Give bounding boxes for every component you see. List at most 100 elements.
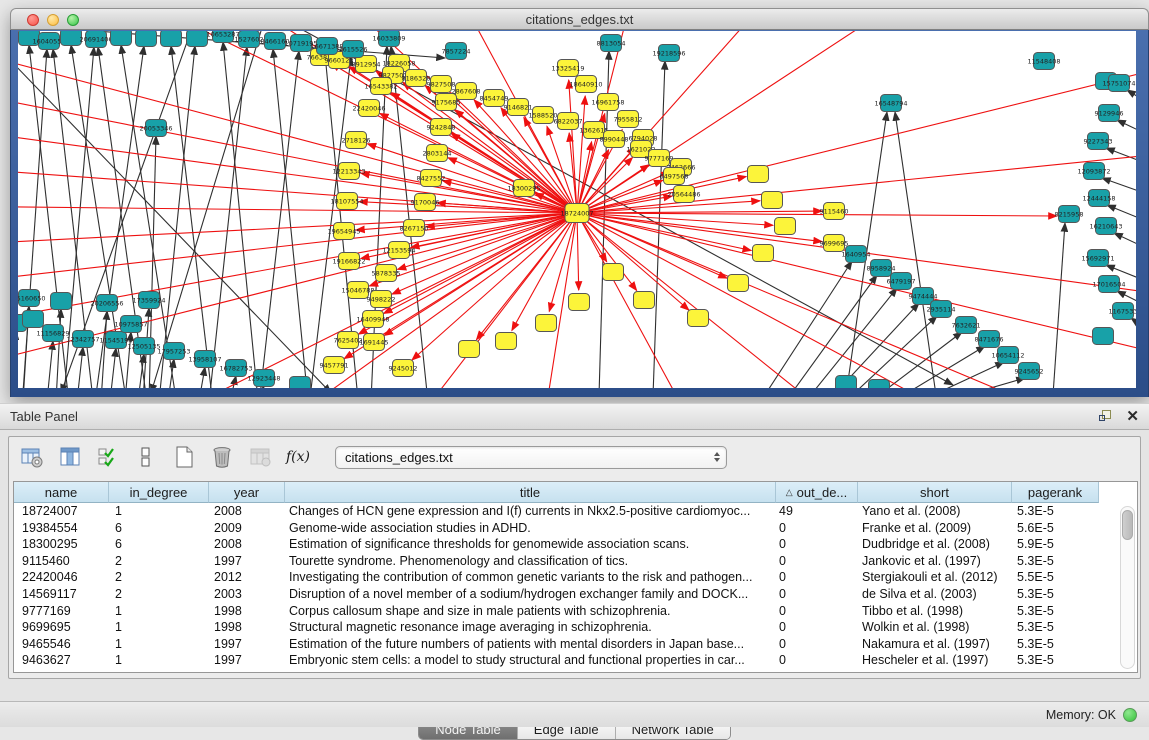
table-scrollbar-thumb[interactable] xyxy=(1122,510,1133,540)
graph-node[interactable] xyxy=(459,341,480,358)
graph-node[interactable]: 18640910 xyxy=(569,76,602,93)
graph-node[interactable]: 9170046 xyxy=(411,194,440,211)
delete-table-icon[interactable] xyxy=(209,444,235,470)
network-window-titlebar[interactable]: citations_edges.txt xyxy=(10,8,1149,30)
graph-node[interactable]: 16961758 xyxy=(591,94,624,111)
graph-node[interactable] xyxy=(111,31,132,46)
graph-node[interactable]: 6497568 xyxy=(660,168,689,185)
graph-node[interactable] xyxy=(603,264,624,281)
graph-node[interactable]: 1167533 xyxy=(1109,303,1136,320)
table-row[interactable]: 1938455462009Genome-wide association stu… xyxy=(14,520,1137,537)
table-options-icon[interactable] xyxy=(19,444,45,470)
graph-node[interactable]: 8912954 xyxy=(352,56,381,73)
column-header-out_de[interactable]: △out_de... xyxy=(776,482,858,503)
graph-node[interactable]: 9245652 xyxy=(1015,363,1044,380)
table-row[interactable]: 946554611997Estimation of the future num… xyxy=(14,636,1137,653)
graph-node[interactable]: 7625402 xyxy=(334,332,363,349)
graph-node[interactable] xyxy=(187,31,208,47)
select-all-icon[interactable] xyxy=(95,444,121,470)
graph-node[interactable]: 15692971 xyxy=(1081,250,1114,267)
network-canvas[interactable]: 7663822966012389129541822605898275031654… xyxy=(18,31,1136,388)
table-row[interactable]: 1456911722003Disruption of a novel membe… xyxy=(14,586,1137,603)
graph-node[interactable] xyxy=(634,292,655,309)
graph-node[interactable]: 17016504 xyxy=(1092,276,1125,293)
graph-node[interactable] xyxy=(161,31,182,47)
table-row[interactable]: 1830029562008Estimation of significance … xyxy=(14,536,1137,553)
graph-node[interactable] xyxy=(23,311,44,328)
graph-node[interactable] xyxy=(61,31,82,46)
graph-node[interactable]: 9129946 xyxy=(1095,105,1124,122)
graph-node[interactable]: 12093872 xyxy=(1077,163,1110,180)
graph-node[interactable]: 8427552 xyxy=(417,170,446,187)
graph-node[interactable] xyxy=(290,377,311,389)
graph-node[interactable]: 2935114 xyxy=(927,301,956,318)
graph-node[interactable] xyxy=(836,376,857,389)
graph-node[interactable]: 9457791 xyxy=(320,357,349,374)
graph-node[interactable]: 9175685 xyxy=(432,94,461,111)
table-row[interactable]: 911546021997Tourette syndrome. Phenomeno… xyxy=(14,553,1137,570)
float-window-icon[interactable] xyxy=(1099,410,1112,423)
column-header-name[interactable]: name xyxy=(14,482,109,503)
graph-node[interactable]: 2803144 xyxy=(423,145,452,162)
graph-node[interactable] xyxy=(688,310,709,327)
graph-node[interactable]: 12342757 xyxy=(66,331,99,348)
graph-node[interactable]: 8990448 xyxy=(600,131,629,148)
column-header-pagerank[interactable]: pagerank xyxy=(1012,482,1099,503)
graph-node[interactable]: 20053346 xyxy=(139,120,172,137)
graph-node[interactable] xyxy=(748,166,769,183)
graph-node[interactable] xyxy=(762,192,783,209)
function-builder-icon[interactable]: f(x) xyxy=(285,444,311,470)
graph-node[interactable]: 10654112 xyxy=(991,347,1024,364)
graph-node[interactable]: 1691445 xyxy=(360,334,389,351)
graph-node[interactable]: 7632621 xyxy=(952,317,981,334)
table-row[interactable]: 946362711997Embryonic stem cells: a mode… xyxy=(14,652,1137,669)
column-header-short[interactable]: short xyxy=(858,482,1012,503)
graph-node[interactable]: 9498222 xyxy=(367,291,396,308)
table-row[interactable]: 977716911998Corpus callosum shape and si… xyxy=(14,603,1137,620)
graph-node[interactable]: 8813054 xyxy=(597,35,626,52)
graph-node[interactable] xyxy=(496,333,517,350)
graph-node[interactable] xyxy=(775,218,796,235)
graph-node[interactable]: 11548408 xyxy=(1027,53,1060,70)
table-row[interactable]: 969969511998Structural magnetic resonanc… xyxy=(14,619,1137,636)
column-visibility-icon[interactable] xyxy=(57,444,83,470)
graph-node[interactable]: 7955812 xyxy=(614,111,643,128)
graph-node[interactable]: 9242848 xyxy=(427,119,456,136)
graph-node[interactable]: 2718126 xyxy=(342,132,371,149)
graph-node[interactable]: 5878335 xyxy=(372,265,401,282)
graph-node[interactable] xyxy=(728,275,749,292)
graph-node[interactable]: 9227343 xyxy=(1084,133,1113,150)
graph-node[interactable]: 9699695 xyxy=(820,235,849,252)
graph-node[interactable] xyxy=(51,293,72,310)
graph-node[interactable]: 9245012 xyxy=(389,360,418,377)
graph-node[interactable] xyxy=(753,245,774,262)
graph-node[interactable] xyxy=(536,315,557,332)
graph-node[interactable]: 8471676 xyxy=(975,331,1004,348)
column-header-title[interactable]: title xyxy=(285,482,776,503)
graph-node[interactable] xyxy=(1093,328,1114,345)
close-panel-icon[interactable]: ✕ xyxy=(1126,410,1139,423)
table-row[interactable]: 1872400712008Changes of HCN gene express… xyxy=(14,503,1137,520)
graph-node[interactable]: 6822037 xyxy=(554,113,583,130)
graph-node[interactable]: 7857224 xyxy=(442,43,471,60)
table-scrollbar[interactable] xyxy=(1120,506,1135,669)
graph-node[interactable]: 13958107 xyxy=(188,351,221,368)
graph-node[interactable]: 1527602 xyxy=(235,31,264,48)
graph-node[interactable]: 16548794 xyxy=(874,95,907,112)
graph-node[interactable]: 17359924 xyxy=(132,292,165,309)
column-header-in_degree[interactable]: in_degree xyxy=(109,482,209,503)
graph-node[interactable]: 8267150 xyxy=(400,220,429,237)
graph-node[interactable]: 20691406 xyxy=(79,31,112,48)
graph-node[interactable] xyxy=(136,31,157,47)
table-row[interactable]: 2242004622012Investigating the contribut… xyxy=(14,569,1137,586)
graph-node[interactable]: 13325419 xyxy=(551,60,584,77)
new-table-icon[interactable] xyxy=(171,444,197,470)
graph-node[interactable]: 6479197 xyxy=(887,273,916,290)
graph-node[interactable]: 16210643 xyxy=(1089,218,1122,235)
graph-node[interactable]: 19218596 xyxy=(652,45,685,62)
graph-hub-node[interactable]: 18724007 xyxy=(560,204,593,223)
row-height-icon[interactable] xyxy=(133,444,159,470)
graph-node[interactable]: 8215958 xyxy=(1055,206,1084,223)
graph-node[interactable]: 19166822 xyxy=(332,253,365,270)
graph-node[interactable]: 12444158 xyxy=(1082,190,1115,207)
